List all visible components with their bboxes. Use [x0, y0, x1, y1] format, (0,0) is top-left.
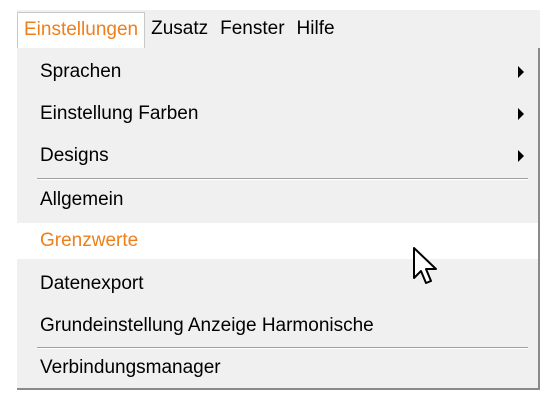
submenu-arrow-icon: [518, 150, 524, 162]
mouse-cursor-icon: [413, 247, 437, 284]
menu-zusatz[interactable]: Zusatz: [145, 12, 214, 46]
menu-item-label: Einstellung Farben: [40, 103, 199, 124]
menu-item-label: Allgemein: [40, 189, 124, 210]
menu-item-verbindungsmanager[interactable]: Verbindungsmanager: [17, 350, 538, 386]
menu-separator: [37, 178, 528, 180]
menu-item-allgemein[interactable]: Allgemein: [17, 182, 538, 218]
menu-item-grundeinstellung-anzeige-harmonische[interactable]: Grundeinstellung Anzeige Harmonische: [17, 308, 538, 344]
menu-fenster[interactable]: Fenster: [214, 12, 290, 46]
menu-item-datenexport[interactable]: Datenexport: [17, 266, 538, 302]
menu-item-label: Verbindungsmanager: [40, 357, 221, 378]
menu-item-label: Sprachen: [40, 61, 122, 82]
menu-separator: [37, 347, 528, 349]
menu-item-label: Datenexport: [40, 273, 144, 294]
menu-bar: Einstellungen Zusatz Fenster Hilfe: [17, 10, 540, 49]
menu-item-grenzwerte[interactable]: Grenzwerte: [17, 223, 538, 259]
menu-item-label: Grenzwerte: [40, 230, 139, 251]
submenu-arrow-icon: [518, 108, 524, 120]
menu-item-label: Grundeinstellung Anzeige Harmonische: [40, 315, 374, 336]
menu-item-label: Designs: [40, 145, 109, 166]
submenu-arrow-icon: [518, 66, 524, 78]
menu-einstellungen[interactable]: Einstellungen: [17, 11, 146, 49]
menu-item-sprachen[interactable]: Sprachen: [17, 54, 538, 90]
einstellungen-dropdown-menu: Sprachen Einstellung Farben Designs Allg…: [17, 48, 540, 390]
menu-hilfe[interactable]: Hilfe: [291, 12, 341, 46]
menu-item-einstellung-farben[interactable]: Einstellung Farben: [17, 96, 538, 132]
menu-item-designs[interactable]: Designs: [17, 138, 538, 174]
